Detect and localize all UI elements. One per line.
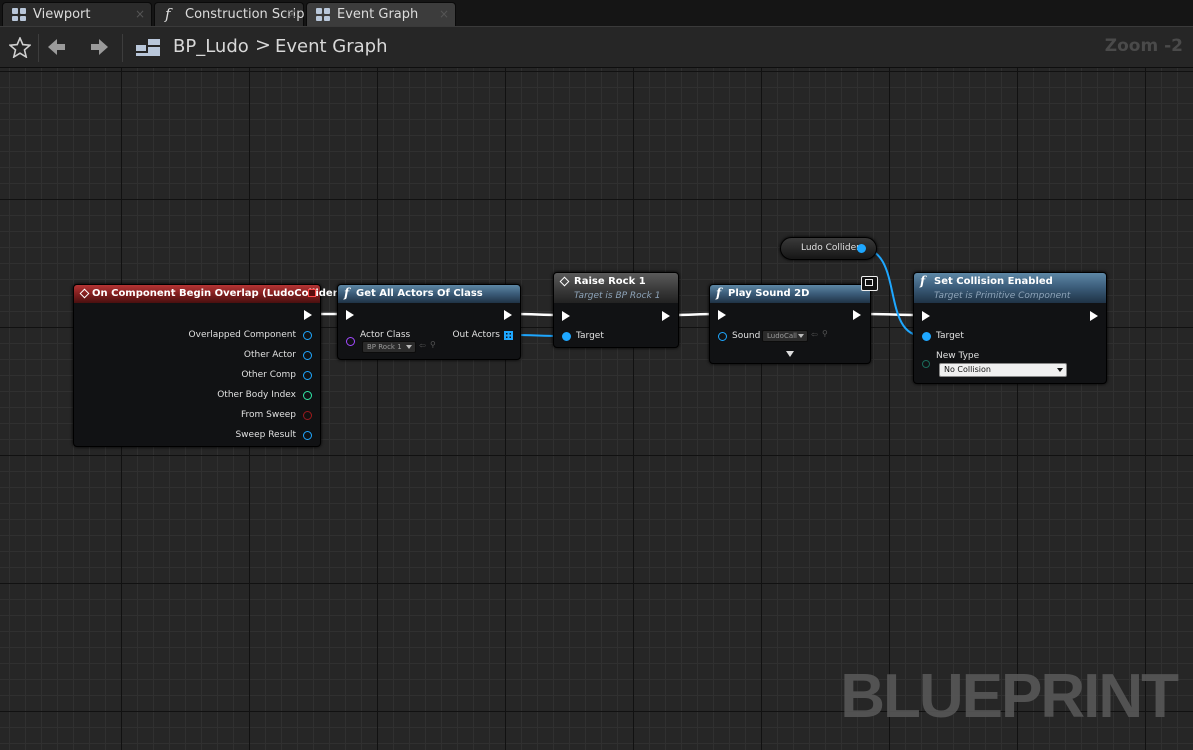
other-actor-pin[interactable] (303, 351, 312, 360)
tab-event-graph[interactable]: Event Graph × (306, 2, 456, 26)
blueprint-watermark: BLUEPRINT (840, 662, 1179, 731)
tab-viewport[interactable]: Viewport × (2, 2, 152, 26)
exec-out-pin[interactable] (304, 310, 312, 320)
breadcrumb-separator: > (255, 34, 271, 56)
new-type-pin[interactable] (922, 360, 930, 368)
ludo-collider-out-pin[interactable] (857, 244, 866, 253)
tab-event-graph-label: Event Graph (337, 7, 419, 22)
out-actors-array-pin[interactable] (504, 331, 513, 340)
exec-in-pin[interactable] (922, 311, 930, 321)
exec-in-pin[interactable] (562, 311, 570, 321)
pin-label: Out Actors (452, 330, 500, 340)
other-comp-pin[interactable] (303, 371, 312, 380)
from-sweep-pin[interactable] (303, 411, 312, 420)
node-on-component-begin-overlap[interactable]: On Component Begin Overlap (LudoCollider… (73, 284, 342, 447)
close-icon[interactable]: × (135, 3, 145, 26)
viewport-grid-icon (12, 8, 26, 21)
tab-viewport-label: Viewport (33, 7, 91, 22)
node-title: Get All Actors Of Class (356, 288, 483, 299)
exec-out-pin[interactable] (504, 310, 512, 320)
breadcrumb-blueprint[interactable]: BP_Ludo (173, 36, 249, 57)
expand-advanced-arrow-icon[interactable] (786, 351, 794, 357)
search-icon[interactable]: ⚲ (822, 329, 828, 338)
function-icon: f (716, 286, 722, 300)
variable-label: Ludo Collider (801, 243, 860, 253)
sound-asset-select[interactable]: LudoCall (762, 330, 808, 342)
node-title: Play Sound 2D (728, 288, 810, 299)
function-icon: f (344, 286, 350, 300)
overlapped-component-pin[interactable] (303, 331, 312, 340)
other-body-index-pin[interactable] (303, 391, 312, 400)
search-icon[interactable]: ⚲ (430, 340, 436, 349)
target-pin[interactable] (922, 332, 931, 341)
pin-label: From Sweep (240, 410, 296, 420)
actor-class-select[interactable]: BP Rock 1 (362, 341, 416, 353)
node-get-all-actors-of-class[interactable]: f Get All Actors Of Class Actor Class BP… (337, 284, 521, 360)
node-title: Set Collision Enabled (934, 276, 1053, 287)
exec-out-pin[interactable] (662, 311, 670, 321)
browse-arrow-icon[interactable]: ⇦ (419, 341, 426, 350)
node-subtitle: Target is BP Rock 1 (574, 291, 661, 301)
actor-class-pin[interactable] (346, 337, 355, 346)
node-ludo-collider-getter[interactable]: Ludo Collider (780, 237, 877, 260)
exec-out-pin[interactable] (853, 310, 861, 320)
function-icon: f (920, 274, 926, 288)
pin-label: Target (576, 331, 604, 341)
node-title: Raise Rock 1 (574, 276, 646, 287)
forward-arrow-icon[interactable] (89, 38, 109, 56)
pin-label: Overlapped Component (188, 330, 296, 340)
target-pin[interactable] (562, 332, 571, 341)
exec-in-pin[interactable] (346, 310, 354, 320)
close-icon[interactable]: × (439, 3, 449, 26)
zoom-level: Zoom -2 (1104, 36, 1183, 56)
event-graph-icon (316, 8, 330, 21)
blueprint-graph-icon (136, 39, 160, 57)
node-title: On Component Begin Overlap (LudoCollider… (92, 288, 343, 299)
graph-toolbar: BP_Ludo > Event Graph Zoom -2 (0, 26, 1193, 68)
browse-arrow-icon[interactable]: ⇦ (811, 330, 818, 339)
event-diamond-icon (79, 288, 90, 299)
node-raise-rock-1[interactable]: Raise Rock 1 Target is BP Rock 1 Target (553, 272, 679, 348)
delegate-pin-icon[interactable] (308, 289, 316, 297)
exec-out-pin[interactable] (1090, 311, 1098, 321)
tab-bar: Viewport × f Construction Scrip × Event … (0, 0, 1193, 26)
sound-pin[interactable] (718, 332, 727, 341)
breadcrumb-graph[interactable]: Event Graph (275, 36, 388, 57)
new-type-select[interactable]: No Collision (939, 363, 1067, 377)
pin-label: Target (936, 331, 964, 341)
pin-label: Sweep Result (235, 430, 296, 440)
pin-label: Other Actor (243, 350, 296, 360)
pin-label: Other Comp (241, 370, 296, 380)
exec-in-pin[interactable] (718, 310, 726, 320)
tab-construction-script[interactable]: f Construction Scrip × (154, 2, 305, 26)
pin-label: Other Body Index (217, 390, 296, 400)
node-set-collision-enabled[interactable]: f Set Collision Enabled Target is Primit… (913, 272, 1107, 384)
cosmetic-monitor-icon (861, 276, 878, 291)
sweep-result-pin[interactable] (303, 431, 312, 440)
close-icon[interactable]: × (287, 3, 297, 26)
pin-label: Sound (732, 331, 761, 341)
node-subtitle: Target is Primitive Component (934, 291, 1071, 301)
star-icon[interactable] (9, 37, 31, 58)
pin-label: Actor Class (360, 330, 411, 340)
pin-label: New Type (936, 351, 980, 361)
custom-event-diamond-icon (559, 276, 570, 287)
back-arrow-icon[interactable] (47, 38, 67, 56)
function-icon: f (165, 5, 171, 23)
node-play-sound-2d[interactable]: f Play Sound 2D Sound LudoCall ⇦ ⚲ (709, 276, 878, 364)
